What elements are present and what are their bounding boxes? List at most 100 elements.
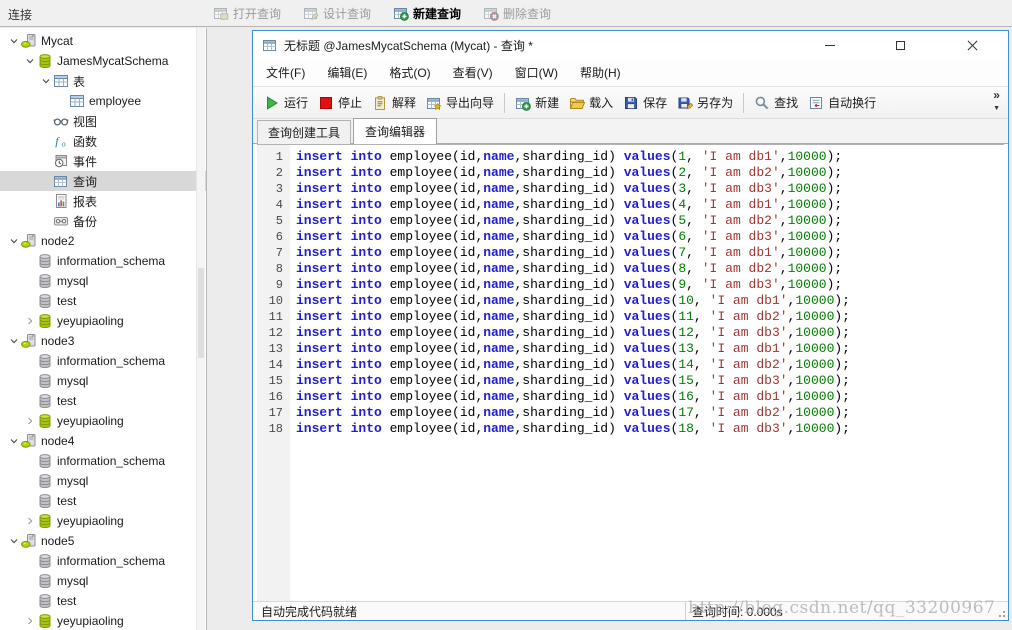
tree-item-node5[interactable]: node5 bbox=[0, 531, 206, 551]
menu-file[interactable]: 文件(F) bbox=[255, 60, 316, 85]
design-query-button[interactable]: 设计查询 bbox=[300, 2, 374, 24]
tree-collapsed-icon[interactable] bbox=[22, 515, 37, 527]
delete-query-button[interactable]: 删除查询 bbox=[480, 2, 554, 24]
tree-expanded-icon[interactable] bbox=[6, 335, 21, 347]
resize-grip-icon[interactable] bbox=[998, 610, 1006, 618]
tree-item-node2-test[interactable]: test bbox=[0, 291, 206, 311]
tree-item-node2-yeyupiaoling[interactable]: yeyupiaoling bbox=[0, 311, 206, 331]
db-green-icon bbox=[37, 513, 53, 529]
tree-scrollbar-thumb[interactable] bbox=[198, 268, 204, 358]
menu-view[interactable]: 查看(V) bbox=[442, 60, 504, 85]
tree-item-node2-mysql[interactable]: mysql bbox=[0, 271, 206, 291]
stop-button[interactable]: 停止 bbox=[313, 90, 367, 116]
tree-item-queries[interactable]: 查询 bbox=[0, 171, 206, 191]
tree-item-node3[interactable]: node3 bbox=[0, 331, 206, 351]
tree-item-node4-test[interactable]: test bbox=[0, 491, 206, 511]
new-button[interactable]: 新建 bbox=[510, 90, 564, 116]
sql-line: insert into employee(id,name,sharding_id… bbox=[296, 149, 1004, 165]
export-wizard-button[interactable]: 导出向导 bbox=[421, 90, 499, 116]
tree-item-jamesmycatschema[interactable]: JamesMycatSchema bbox=[0, 51, 206, 71]
tree-item-reports[interactable]: 报表 bbox=[0, 191, 206, 211]
query-time: 查询时间: 0.000s bbox=[686, 603, 783, 620]
design-query-label: 设计查询 bbox=[323, 5, 371, 22]
tree-item-node2-information-schema[interactable]: information_schema bbox=[0, 251, 206, 271]
tree-item-label: yeyupiaoling bbox=[57, 514, 124, 528]
tree-collapsed-icon[interactable] bbox=[22, 415, 37, 427]
tree-item-backups[interactable]: 备份 bbox=[0, 211, 206, 231]
tree-item-node4-yeyupiaoling[interactable]: yeyupiaoling bbox=[0, 511, 206, 531]
tree-collapsed-icon[interactable] bbox=[22, 315, 37, 327]
window-titlebar[interactable]: 无标题 @JamesMycatSchema (Mycat) - 查询 * bbox=[253, 31, 1008, 59]
tree-expanded-icon[interactable] bbox=[22, 55, 37, 67]
close-icon bbox=[967, 40, 978, 51]
explain-button[interactable]: 解释 bbox=[367, 90, 421, 116]
tree-item-label: node5 bbox=[41, 534, 74, 548]
overflow-dropdown-icon: ▼ bbox=[993, 102, 1000, 115]
tree-item-label: 事件 bbox=[73, 153, 97, 170]
tree-item-functions[interactable]: fo函数 bbox=[0, 131, 206, 151]
query-window-icon bbox=[262, 37, 278, 53]
tree-expanded-icon[interactable] bbox=[6, 535, 21, 547]
new-label: 新建 bbox=[535, 94, 559, 111]
open-query-button[interactable]: 打开查询 bbox=[210, 2, 284, 24]
tree-item-node3-yeyupiaoling[interactable]: yeyupiaoling bbox=[0, 411, 206, 431]
line-number: 5 bbox=[257, 213, 290, 229]
tree-scrollbar[interactable] bbox=[196, 28, 205, 630]
word-wrap-button[interactable]: 自动换行 bbox=[803, 90, 881, 116]
tree-item-node3-mysql[interactable]: mysql bbox=[0, 371, 206, 391]
find-button[interactable]: 查找 bbox=[749, 90, 803, 116]
save-as-button[interactable]: 另存为 bbox=[672, 90, 738, 116]
maximize-button[interactable] bbox=[865, 31, 936, 59]
line-number: 18 bbox=[257, 421, 290, 437]
tree-item-node3-test[interactable]: test bbox=[0, 391, 206, 411]
tree-item-node3-information-schema[interactable]: information_schema bbox=[0, 351, 206, 371]
tree-item-label: 表 bbox=[73, 73, 85, 90]
load-button[interactable]: 载入 bbox=[564, 90, 618, 116]
open-query-icon bbox=[213, 5, 229, 21]
tree-expanded-icon[interactable] bbox=[6, 35, 21, 47]
toolbar-overflow[interactable]: » ▼ bbox=[993, 89, 1000, 115]
new-query-button[interactable]: 新建查询 bbox=[390, 2, 464, 24]
menu-help[interactable]: 帮助(H) bbox=[569, 60, 632, 85]
sql-line: insert into employee(id,name,sharding_id… bbox=[296, 357, 1004, 373]
tree-collapsed-icon[interactable] bbox=[22, 615, 37, 627]
tree-item-mycat[interactable]: Mycat bbox=[0, 31, 206, 51]
menu-window[interactable]: 窗口(W) bbox=[504, 60, 569, 85]
menu-format[interactable]: 格式(O) bbox=[378, 60, 441, 85]
save-button[interactable]: 保存 bbox=[618, 90, 672, 116]
sql-line: insert into employee(id,name,sharding_id… bbox=[296, 229, 1004, 245]
tree-item-tables[interactable]: 表 bbox=[0, 71, 206, 91]
connection-tree[interactable]: MycatJamesMycatSchema 表 employee 视图fo函数事件查询… bbox=[0, 28, 207, 630]
tree-item-node4-mysql[interactable]: mysql bbox=[0, 471, 206, 491]
run-button[interactable]: 运行 bbox=[259, 90, 313, 116]
tab-query-editor[interactable]: 查询编辑器 bbox=[353, 118, 437, 144]
tree-item-node5-yeyupiaoling[interactable]: yeyupiaoling bbox=[0, 611, 206, 630]
code-area[interactable]: insert into employee(id,name,sharding_id… bbox=[290, 145, 1004, 601]
tree-item-label: information_schema bbox=[57, 354, 165, 368]
export-wizard-icon bbox=[426, 95, 442, 111]
tree-item-node4[interactable]: node4 bbox=[0, 431, 206, 451]
new-query-label: 新建查询 bbox=[413, 5, 461, 22]
tree-item-employee[interactable]: employee bbox=[0, 91, 206, 111]
tree-expanded-icon[interactable] bbox=[6, 435, 21, 447]
tree-item-label: employee bbox=[89, 94, 141, 108]
db-green-icon bbox=[37, 613, 53, 629]
tree-item-node2[interactable]: node2 bbox=[0, 231, 206, 251]
save-as-icon bbox=[677, 95, 693, 111]
tree-item-node5-mysql[interactable]: mysql bbox=[0, 571, 206, 591]
tree-item-label: information_schema bbox=[57, 554, 165, 568]
tree-expanded-icon[interactable] bbox=[38, 75, 53, 87]
tree-item-events[interactable]: 事件 bbox=[0, 151, 206, 171]
menu-edit[interactable]: 编辑(E) bbox=[316, 60, 378, 85]
sql-line: insert into employee(id,name,sharding_id… bbox=[296, 165, 1004, 181]
events-icon bbox=[53, 153, 69, 169]
tree-item-views[interactable]: 视图 bbox=[0, 111, 206, 131]
tab-query-builder[interactable]: 查询创建工具 bbox=[257, 120, 351, 144]
close-button[interactable] bbox=[937, 31, 1008, 59]
tree-item-node5-test[interactable]: test bbox=[0, 591, 206, 611]
tree-expanded-icon[interactable] bbox=[6, 235, 21, 247]
tree-item-node5-information-schema[interactable]: information_schema bbox=[0, 551, 206, 571]
tree-item-node4-information-schema[interactable]: information_schema bbox=[0, 451, 206, 471]
line-number: 1 bbox=[257, 149, 290, 165]
minimize-button[interactable] bbox=[794, 31, 865, 59]
